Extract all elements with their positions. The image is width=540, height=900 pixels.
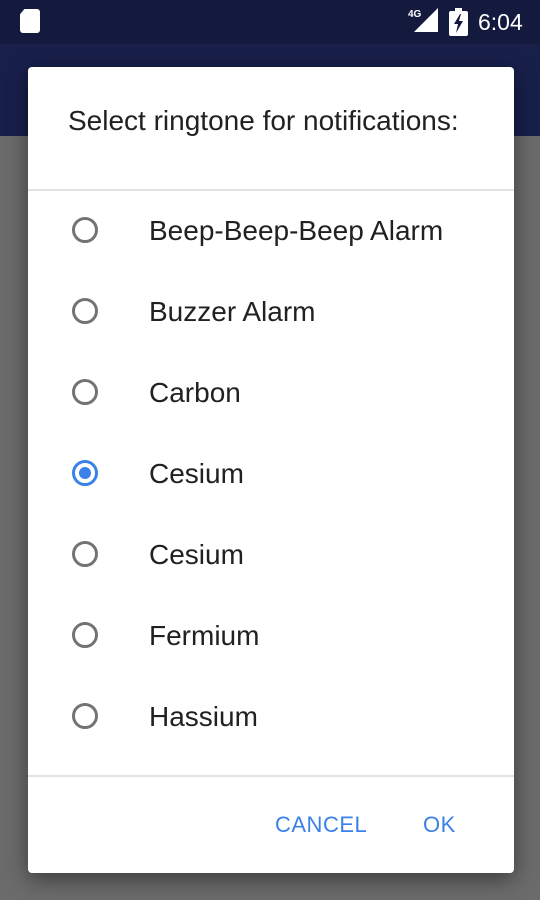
ringtone-option-beep-beep-beep-alarm[interactable]: Beep-Beep-Beep Alarm: [28, 193, 514, 274]
ringtone-option-fermium[interactable]: Fermium: [28, 598, 514, 679]
status-bar: 4G 6:04: [0, 0, 540, 44]
radio-button[interactable]: [72, 298, 98, 324]
option-label: Carbon: [149, 377, 241, 408]
option-label: Hassium: [149, 701, 258, 732]
sd-card-icon: [20, 9, 40, 33]
radio-button[interactable]: [72, 622, 98, 648]
battery-charging-icon: [449, 8, 468, 36]
cancel-button[interactable]: CANCEL: [275, 811, 367, 839]
ringtone-option-carbon[interactable]: Carbon: [28, 355, 514, 436]
radio-button[interactable]: [72, 379, 98, 405]
cellular-signal-icon: 4G: [408, 8, 438, 32]
radio-button-checked[interactable]: [72, 460, 98, 486]
ringtone-list: Beep-Beep-Beep Alarm Buzzer Alarm Carbon…: [28, 193, 514, 760]
radio-button[interactable]: [72, 217, 98, 243]
ringtone-option-cesium-selected[interactable]: Cesium: [28, 436, 514, 517]
ringtone-dialog: Select ringtone for notifications: Beep-…: [28, 67, 514, 873]
dialog-actions: CANCEL OK: [28, 777, 514, 873]
radio-button[interactable]: [72, 703, 98, 729]
option-label: Buzzer Alarm: [149, 296, 316, 327]
option-label: Cesium: [149, 458, 244, 489]
network-type-label: 4G: [408, 9, 422, 20]
ringtone-option-cesium[interactable]: Cesium: [28, 517, 514, 598]
dialog-title: Select ringtone for notifications:: [68, 105, 459, 136]
dialog-divider-top: [28, 189, 514, 191]
screen: 4G 6:04 Select ringtone for notification…: [0, 0, 540, 900]
option-label: Beep-Beep-Beep Alarm: [149, 215, 444, 246]
status-clock: 6:04: [478, 9, 523, 35]
ringtone-option-hassium[interactable]: Hassium: [28, 679, 514, 760]
ok-button[interactable]: OK: [423, 811, 456, 839]
option-label: Cesium: [149, 539, 244, 570]
option-label: Fermium: [149, 620, 260, 651]
radio-button[interactable]: [72, 541, 98, 567]
ringtone-option-buzzer-alarm[interactable]: Buzzer Alarm: [28, 274, 514, 355]
